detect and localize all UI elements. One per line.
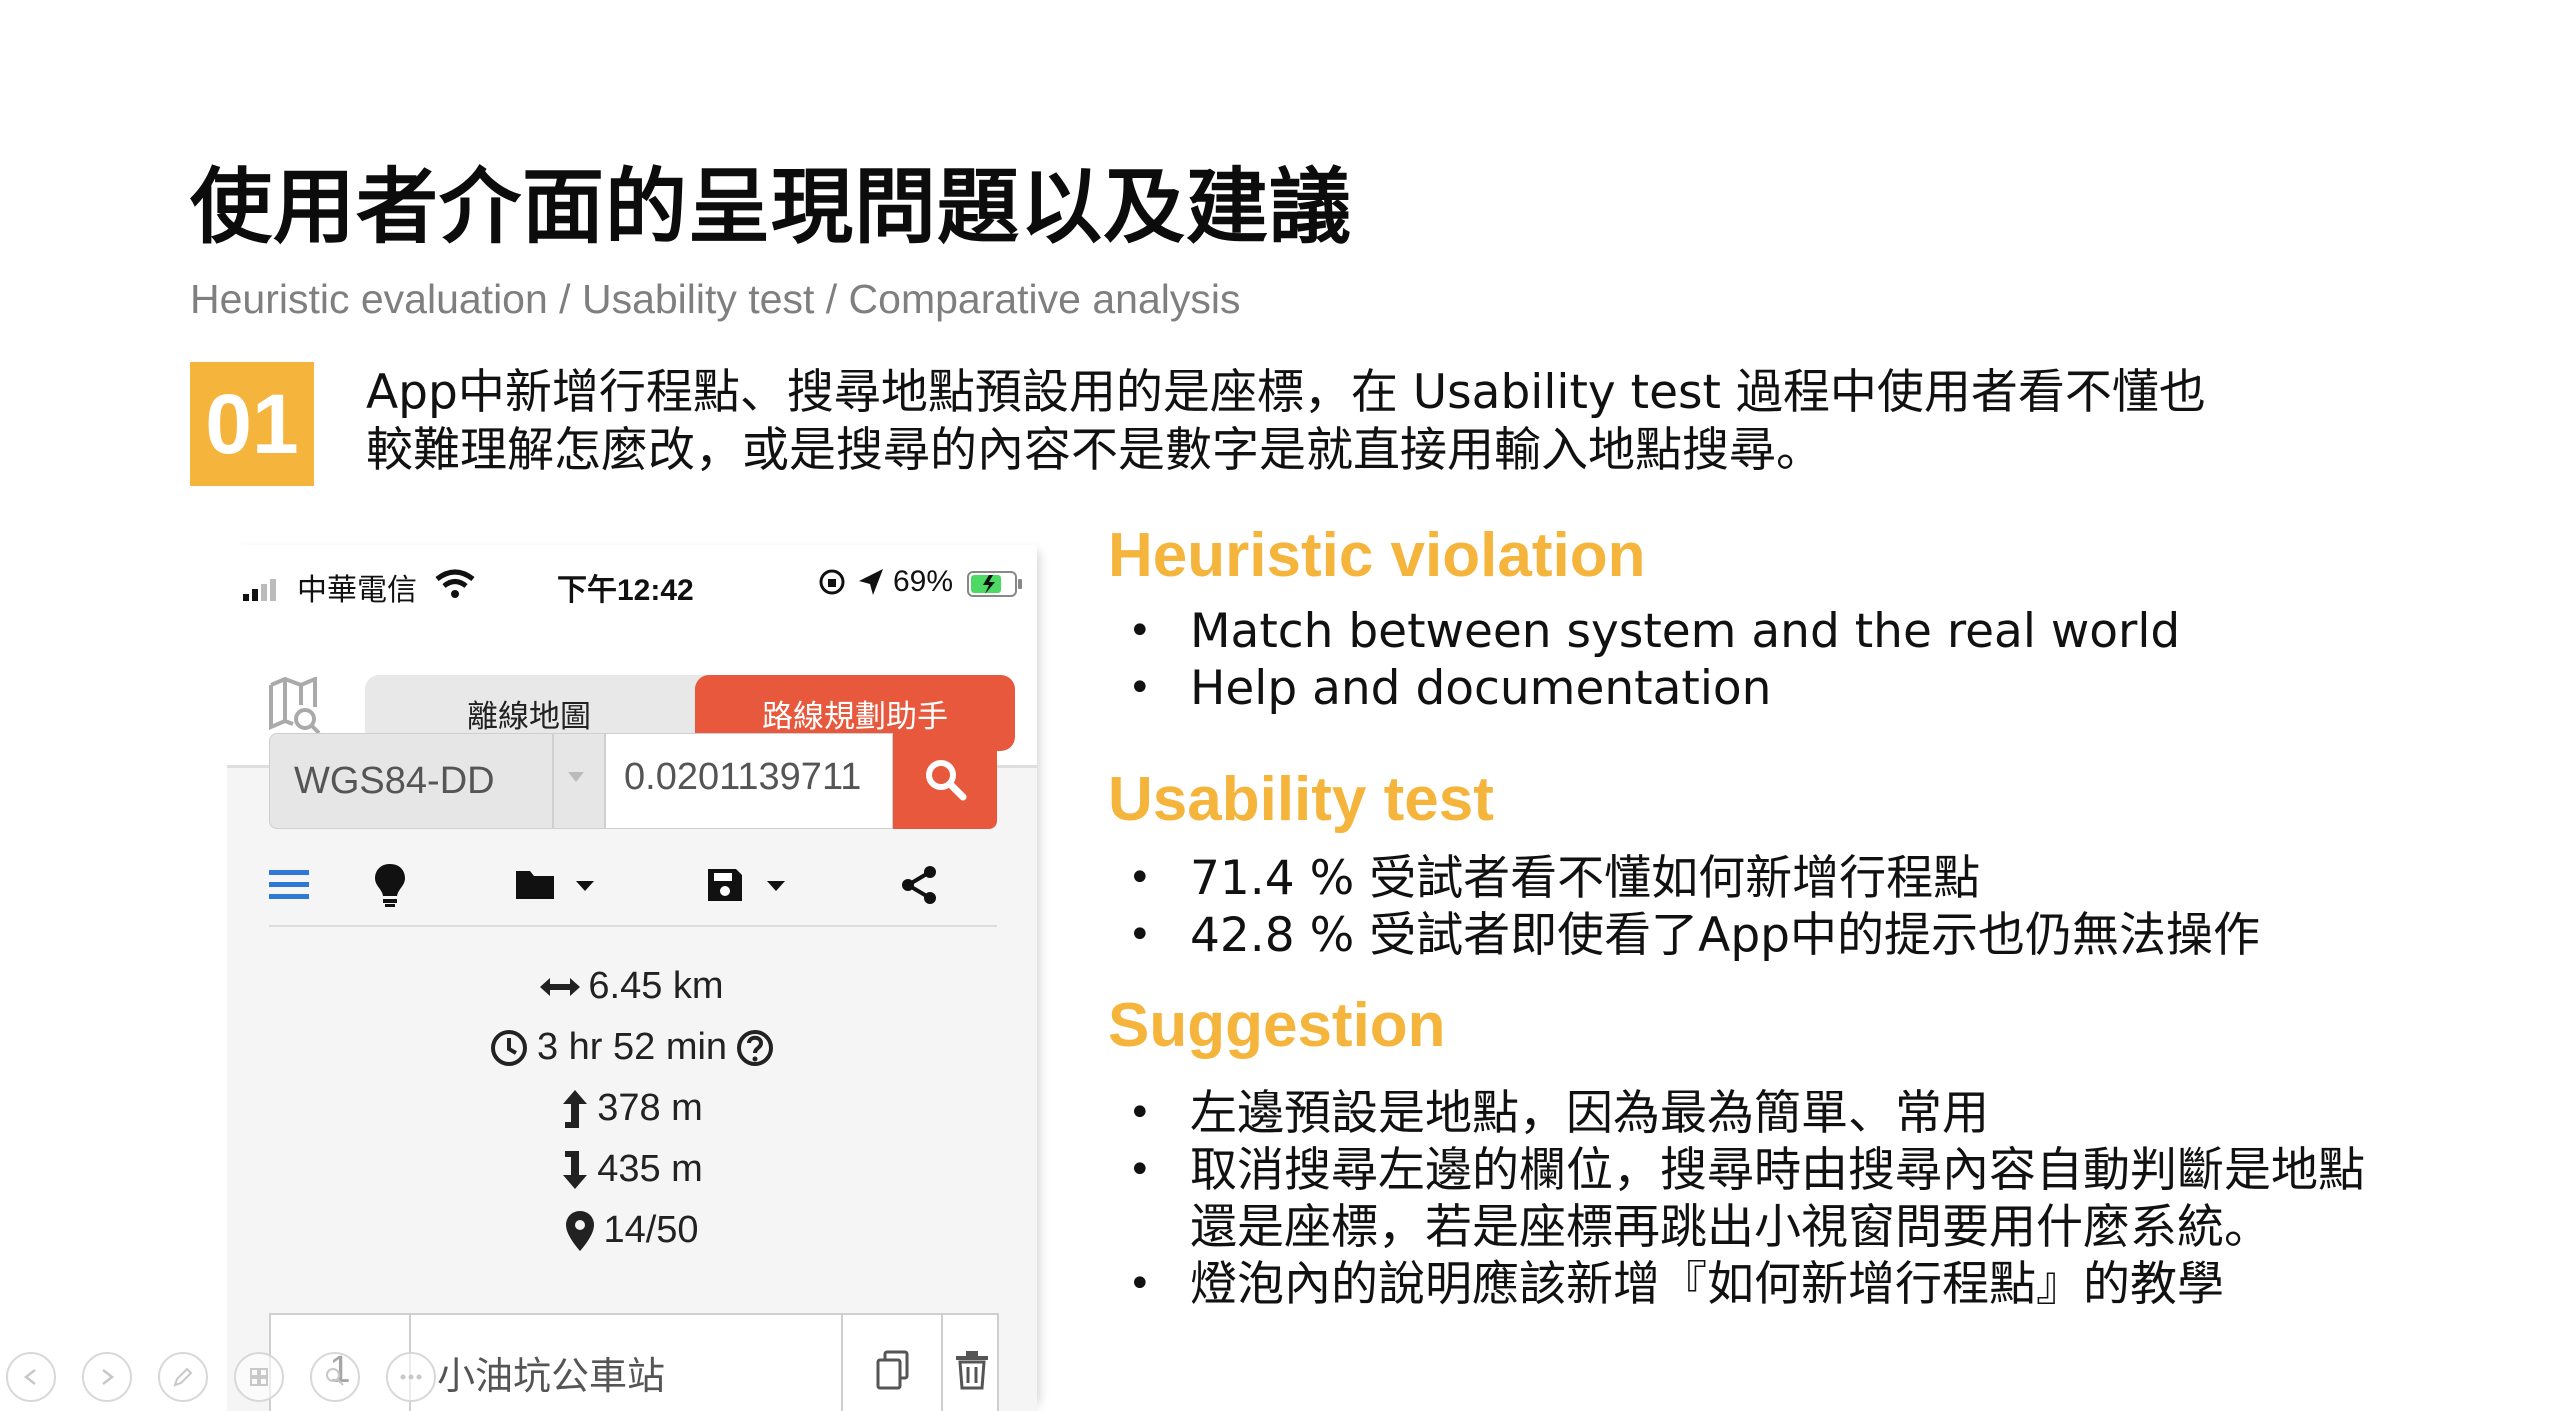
- coordinate-input[interactable]: [624, 756, 884, 799]
- ascent-value: 378 m: [597, 1087, 703, 1129]
- intro-line-1: App中新增行程點、搜尋地點預設用的是座標，在 Usability test 過…: [366, 365, 2206, 420]
- section-number-badge: 01: [190, 362, 314, 486]
- lightbulb-icon[interactable]: [373, 857, 407, 913]
- stat-descent: 435 m: [227, 1148, 1037, 1191]
- copy-icon: [876, 1350, 909, 1390]
- battery-icon: [967, 569, 1023, 607]
- heading-usability-test: Usability test: [1108, 765, 1494, 834]
- list-item-continuation: 還是座標，若是座標再跳出小視窗問要用什麼系統。: [1190, 1200, 2271, 1255]
- list-item: Help and documentation: [1128, 660, 2180, 717]
- trash-icon: [956, 1351, 988, 1390]
- select-divider: [552, 734, 554, 828]
- zoom-button[interactable]: [310, 1352, 360, 1402]
- more-options-button[interactable]: [386, 1352, 436, 1402]
- battery-percent: 69%: [893, 565, 954, 598]
- descent-value: 435 m: [597, 1148, 703, 1190]
- caret-down-icon: [566, 770, 586, 789]
- list-item: Match between system and the real world: [1128, 603, 2180, 660]
- wifi-icon: [435, 569, 475, 607]
- intro-text: App中新增行程點、搜尋地點預設用的是座標，在 Usability test 過…: [366, 364, 2206, 480]
- intro-line-2: 較難理解怎麼改，或是搜尋的內容不是數字是就直接用輸入地點搜尋。: [366, 423, 1823, 478]
- stat-duration: 3 hr 52 min: [227, 1026, 1037, 1069]
- waypoint-name[interactable]: 小油坑公車站: [437, 1345, 665, 1400]
- list-item: 燈泡內的說明應該新增『如何新增行程點』的教學: [1128, 1256, 2365, 1313]
- arrow-right-icon: [102, 1369, 115, 1385]
- delete-button[interactable]: [941, 1315, 1001, 1411]
- prev-slide-button[interactable]: [6, 1352, 56, 1402]
- arrow-left-icon: [23, 1369, 36, 1385]
- status-bar: 中華電信 下午12:42 69%: [227, 545, 1037, 625]
- heading-heuristic-violation: Heuristic violation: [1108, 521, 1646, 590]
- pen-tool-button[interactable]: [158, 1352, 208, 1402]
- signal-icon: [243, 575, 279, 609]
- waypoint-row: 1 小油坑公車站: [269, 1313, 999, 1411]
- menu-icon[interactable]: [269, 857, 309, 913]
- clock-icon: [490, 1029, 527, 1066]
- share-icon[interactable]: [899, 857, 939, 913]
- descent-arrow-icon: [563, 1150, 588, 1189]
- list-item: 71.4 % 受試者看不懂如何新增行程點: [1128, 850, 2260, 907]
- distance-value: 6.45 km: [588, 965, 724, 1007]
- coordinate-search-bar: WGS84-DD: [269, 733, 997, 829]
- orientation-lock-icon: [817, 567, 847, 605]
- carrier-name: 中華電信: [297, 574, 417, 607]
- duration-value: 3 hr 52 min: [536, 1026, 728, 1068]
- magnifier-icon: [326, 1368, 344, 1386]
- coordinate-input-box: [605, 733, 893, 829]
- slides-grid-icon: [250, 1368, 268, 1386]
- ascent-arrow-icon: [563, 1089, 588, 1128]
- clock-time: 下午12:42: [557, 574, 694, 607]
- list-usability-test: 71.4 % 受試者看不懂如何新增行程點 42.8 % 受試者即使看了App中的…: [1128, 850, 2260, 964]
- list-item: 取消搜尋左邊的欄位，搜尋時由搜尋內容自動判斷是地點: [1128, 1142, 2365, 1199]
- folder-dropdown-icon[interactable]: [514, 857, 602, 913]
- slides-overview-button[interactable]: [234, 1352, 284, 1402]
- stat-distance: 6.45 km: [227, 965, 1037, 1008]
- distance-arrows-icon: [540, 977, 581, 996]
- more-dots-icon: [400, 1374, 422, 1380]
- heading-suggestion: Suggestion: [1108, 991, 1446, 1060]
- list-item: 42.8 % 受試者即使看了App中的提示也仍無法操作: [1128, 907, 2260, 964]
- help-circle-icon[interactable]: [735, 1028, 775, 1068]
- save-dropdown-icon[interactable]: [705, 857, 793, 913]
- slide-subtitle: Heuristic evaluation / Usability test / …: [190, 276, 1241, 322]
- slide-title: 使用者介面的呈現問題以及建議: [190, 160, 1353, 255]
- list-suggestion: 左邊預設是地點，因為最為簡單、常用 取消搜尋左邊的欄位，搜尋時由搜尋內容自動判斷…: [1128, 1085, 2365, 1313]
- coordinate-system-value: WGS84-DD: [294, 760, 495, 802]
- pen-icon: [173, 1367, 193, 1387]
- list-heuristic-violation: Match between system and the real world …: [1128, 603, 2180, 717]
- location-arrow-icon: [857, 567, 885, 605]
- search-icon: [923, 757, 967, 806]
- copy-button[interactable]: [841, 1315, 943, 1411]
- app-screenshot: 中華電信 下午12:42 69% 離線地圖 路線規劃助手 WGS84-DD 0.…: [227, 545, 1037, 1411]
- stat-ascent: 378 m: [227, 1087, 1037, 1130]
- next-slide-button[interactable]: [82, 1352, 132, 1402]
- search-button[interactable]: [893, 733, 997, 829]
- coordinate-system-select[interactable]: WGS84-DD: [269, 733, 605, 829]
- stat-points: 14/50: [227, 1209, 1037, 1252]
- list-item: 左邊預設是地點，因為最為簡單、常用: [1128, 1085, 2365, 1142]
- route-toolbar: [269, 845, 997, 927]
- map-pin-icon: [566, 1210, 595, 1251]
- points-value: 14/50: [603, 1209, 699, 1251]
